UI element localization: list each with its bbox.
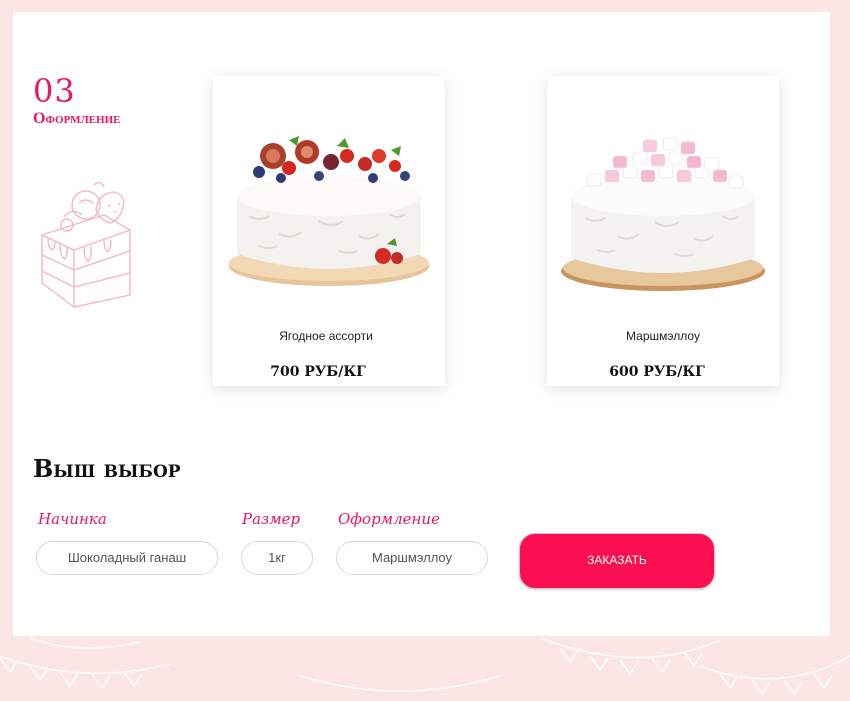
size-field[interactable]: 1кг: [241, 541, 313, 575]
step-number: 03: [33, 72, 76, 110]
size-label: Размер: [242, 510, 301, 528]
berry-cake-image: [229, 136, 429, 286]
product-card-marshmallow[interactable]: Маршмэллоу 600 РУБ/КГ: [547, 76, 779, 386]
cake-slice-sketch-icon: [41, 181, 131, 308]
filling-field[interactable]: Шоколадный ганаш: [36, 541, 218, 575]
card-name: Ягодное ассорти: [279, 329, 373, 343]
card-price: 700 РУБ/КГ: [270, 364, 366, 380]
step-title: Оформление: [33, 110, 121, 127]
filling-label: Начинка: [38, 510, 107, 528]
choice-title: Выш выбор: [33, 454, 181, 483]
product-card-berry[interactable]: Ягодное ассорти 700 РУБ/КГ: [213, 76, 445, 386]
order-button[interactable]: ЗАКАЗАТЬ: [519, 533, 715, 589]
decor-label: Оформление: [338, 510, 440, 528]
card-name: Маршмэллоу: [626, 329, 700, 343]
marshmallow-cake-image: [561, 137, 765, 291]
decor-field[interactable]: Маршмэллоу: [336, 541, 488, 575]
card-price: 600 РУБ/КГ: [609, 364, 705, 380]
bunting-decoration-icon: [0, 637, 850, 696]
